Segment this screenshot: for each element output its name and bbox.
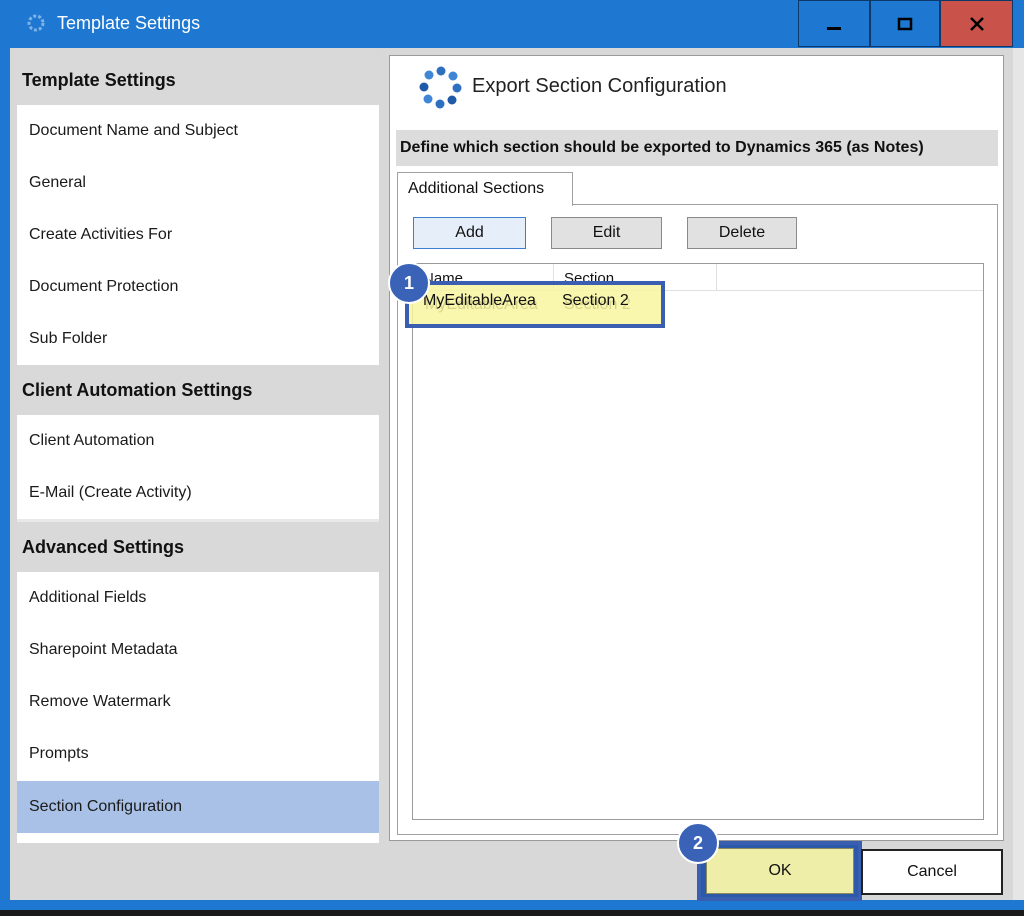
maximize-button[interactable] [870, 0, 940, 47]
sidebar-item-document-name[interactable]: Document Name and Subject [17, 105, 379, 157]
section-header-advanced-settings: Advanced Settings [17, 522, 379, 572]
sidebar-item-email-create-activity[interactable]: E-Mail (Create Activity) [17, 467, 379, 519]
close-button[interactable] [940, 0, 1013, 47]
highlight-row-annotation: MyEditableArea Section 2 [405, 281, 665, 328]
window-edge [1013, 48, 1024, 900]
dialog-window: Template Settings Template Settings Docu… [0, 0, 1024, 916]
sidebar-item-prompts[interactable]: Prompts [17, 728, 379, 780]
window-title: Template Settings [57, 13, 201, 33]
sidebar-item-additional-fields[interactable]: Additional Fields [17, 572, 379, 624]
sidebar-item-section-configuration[interactable]: Section Configuration [17, 781, 379, 833]
sidebar-item-client-automation[interactable]: Client Automation [17, 415, 379, 467]
section-header-template-settings: Template Settings [17, 55, 379, 105]
sidebar-item-create-activities[interactable]: Create Activities For [17, 209, 379, 261]
sidebar-item-sub-folder[interactable]: Sub Folder [17, 313, 379, 365]
description-bar: Define which section should be exported … [396, 130, 998, 166]
minimize-button[interactable] [798, 0, 870, 47]
gear-icon [26, 13, 46, 33]
highlight-section-text: Section 2 [562, 292, 629, 309]
section-configuration-panel: Export Section Configuration Define whic… [389, 55, 1004, 841]
section-header-client-automation: Client Automation Settings [17, 365, 379, 415]
step-badge-1: 1 [388, 262, 430, 304]
minimize-icon [827, 26, 841, 30]
delete-button[interactable]: Delete [687, 217, 797, 249]
settings-sidebar: Template Settings Document Name and Subj… [17, 55, 379, 843]
edit-button[interactable]: Edit [551, 217, 662, 249]
app-logo-icon [418, 64, 464, 110]
cancel-button[interactable]: Cancel [861, 849, 1003, 895]
highlight-name-text: MyEditableArea [423, 292, 536, 309]
title-bar[interactable]: Template Settings [0, 0, 1024, 48]
add-button[interactable]: Add [413, 217, 526, 249]
maximize-icon [897, 17, 913, 30]
ok-button[interactable]: OK [706, 848, 854, 894]
panel-title: Export Section Configuration [472, 75, 727, 97]
window-bottom-shadow [0, 910, 1024, 916]
sections-list[interactable]: Name Section MyEditableArea Section 2 [412, 263, 984, 820]
step-badge-2: 2 [677, 822, 719, 864]
sidebar-item-sharepoint-metadata[interactable]: Sharepoint Metadata [17, 624, 379, 676]
close-icon [969, 16, 984, 31]
sidebar-item-general[interactable]: General [17, 157, 379, 209]
sidebar-item-document-protection[interactable]: Document Protection [17, 261, 379, 313]
tab-additional-sections[interactable]: Additional Sections [397, 172, 573, 206]
sidebar-item-remove-watermark[interactable]: Remove Watermark [17, 676, 379, 728]
